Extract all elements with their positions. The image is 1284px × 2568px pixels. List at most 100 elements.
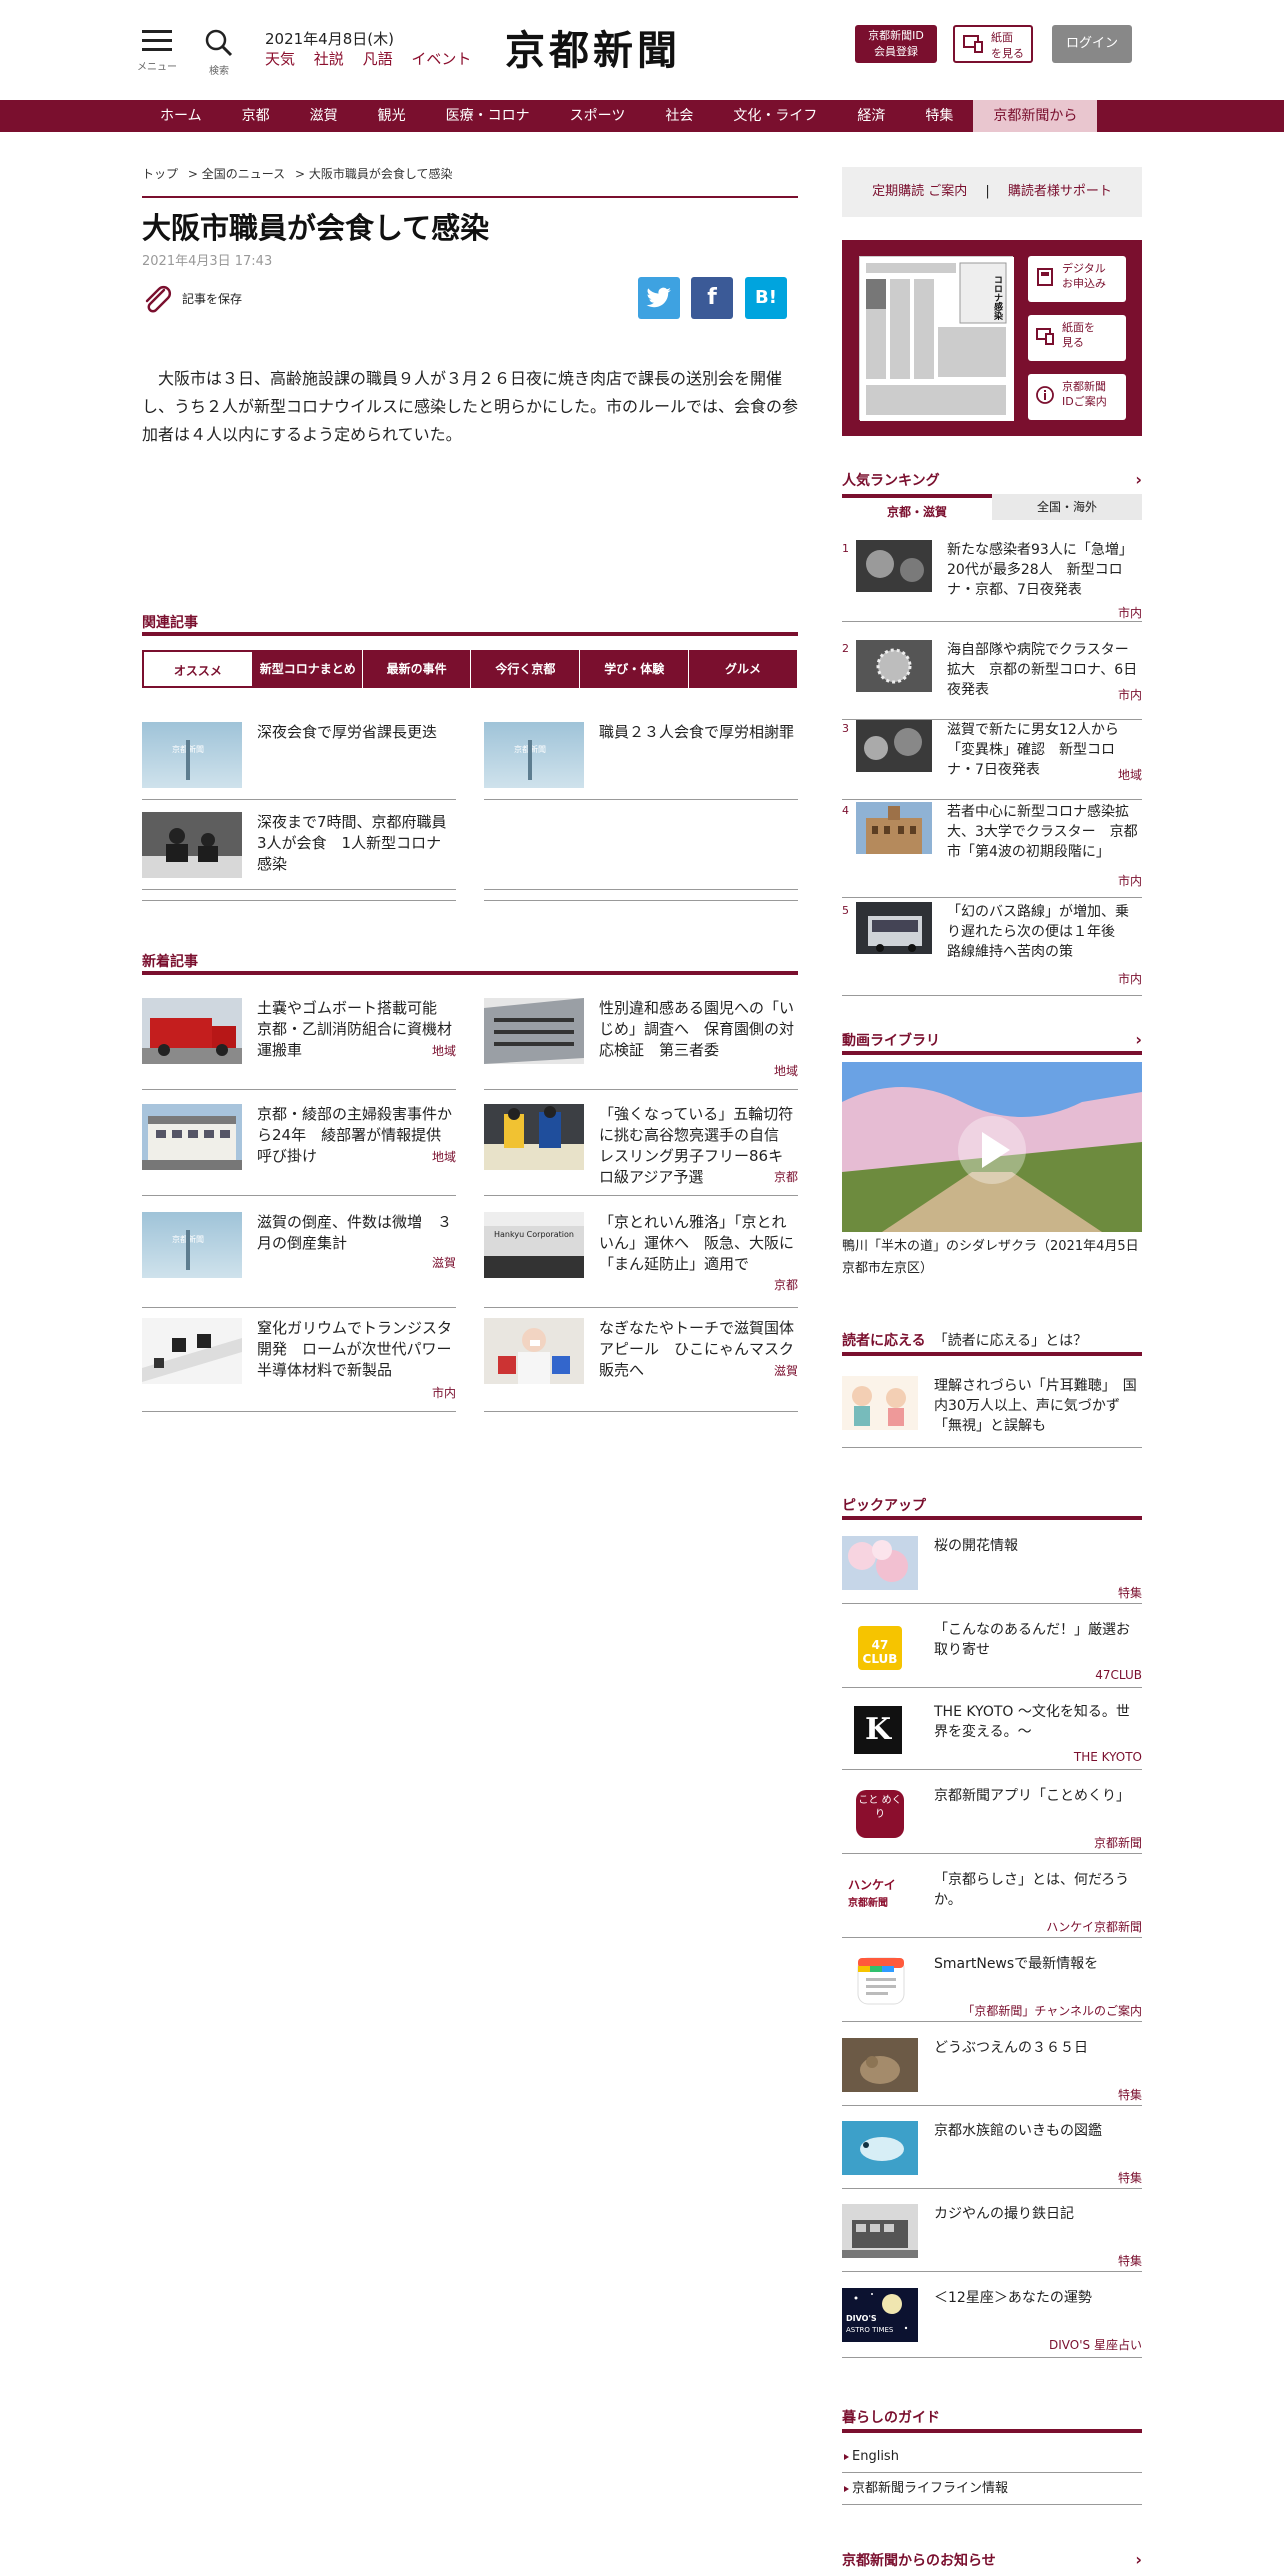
illustration-thumbnail bbox=[842, 1376, 918, 1430]
nav-tourism[interactable]: 観光 bbox=[358, 100, 426, 132]
animal-thumbnail bbox=[842, 2038, 918, 2092]
pickup-title: SmartNewsで最新情報を bbox=[934, 1956, 1099, 1972]
subscriber-support-link[interactable]: 購読者様サポート bbox=[1008, 184, 1112, 199]
virus-thumbnail bbox=[856, 540, 932, 592]
nav-shiga[interactable]: 滋賀 bbox=[290, 100, 358, 132]
pickup-title: どうぶつえんの３６５日 bbox=[934, 2040, 1088, 2056]
pickup-item[interactable]: ハンケイ 京都新聞 「京都らしさ」とは、何だろうか。 ハンケイ京都新聞 bbox=[842, 1870, 1142, 1938]
video-caption: 鴨川「半木の道」のシダレザクラ（2021年4月5日 京都市左京区） bbox=[842, 1239, 1152, 1276]
tab-gourmet[interactable]: グルメ bbox=[689, 650, 798, 688]
reader-article[interactable]: 理解されづらい「片耳難聴」 国内30万人以上、声に気づかず「無視」と誤解も bbox=[842, 1376, 1142, 1448]
rank-number: 4 bbox=[842, 804, 849, 817]
share-twitter-button[interactable] bbox=[638, 277, 680, 319]
latest-card[interactable]: 京都・綾部の主婦殺害事件から24年 綾部署が情報提供呼び掛け 地域 bbox=[142, 1104, 456, 1196]
search-icon bbox=[205, 29, 233, 57]
latest-card[interactable]: 京都新聞 滋賀の倒産、件数は微増 ３月の倒産集計 滋賀 bbox=[142, 1212, 456, 1308]
latest-card[interactable]: 窒化ガリウムでトランジスタ開発 ロームが次世代パワー半導体材料で新製品 市内 bbox=[142, 1318, 456, 1412]
ranking-item[interactable]: 5 「幻のバス路線」が増加、乗り遅れたら次の便は１年後 路線維持へ苦肉の策 市内 bbox=[842, 902, 1142, 996]
tab-recommended[interactable]: オススメ bbox=[142, 650, 254, 688]
nav-economy[interactable]: 経済 bbox=[837, 100, 905, 132]
virus-thumbnail bbox=[856, 720, 932, 772]
link-weather[interactable]: 天気 bbox=[265, 50, 295, 68]
member-register-button[interactable]: 京都新聞ID 会員登録 bbox=[855, 25, 937, 63]
pickup-item[interactable]: K THE KYOTO ～文化を知る。世界を変える。～ THE KYOTO bbox=[842, 1702, 1142, 1770]
view-paper-sidebar-button[interactable]: 紙面を 見る bbox=[1028, 315, 1126, 361]
latest-card[interactable]: 土嚢やゴムボート搭載可能 京都・乙訓消防組合に資機材運搬車 地域 bbox=[142, 998, 456, 1090]
pickup-item[interactable]: どうぶつえんの３６５日 特集 bbox=[842, 2038, 1142, 2106]
video-player[interactable] bbox=[842, 1062, 1142, 1232]
ranking-tabs: 京都・滋賀 全国・海外 bbox=[842, 494, 1142, 522]
latest-card[interactable]: 性別違和感ある園児への「いじめ」調査へ 保育園側の対応検証 第三者委 地域 bbox=[484, 998, 798, 1090]
pickup-item[interactable]: カジやんの撮り鉄日記 特集 bbox=[842, 2204, 1142, 2272]
save-article-button[interactable]: 記事を保存 bbox=[142, 284, 242, 314]
newspaper-image[interactable]: コロナ感染 bbox=[859, 256, 1014, 421]
smartnews-icon bbox=[842, 1954, 918, 2008]
latest-card[interactable]: Hankyu Corporation 「京とれいん雅洛」「京とれいん」運休へ 阪… bbox=[484, 1212, 798, 1308]
site-logo[interactable]: 京都新聞 bbox=[505, 18, 681, 76]
breadcrumb-top[interactable]: トップ bbox=[142, 167, 178, 181]
search-button[interactable]: 検索 bbox=[202, 28, 236, 77]
share-hatena-button[interactable]: B! bbox=[745, 277, 787, 319]
site-header: メニュー 検索 2021年4月8日(木) 天気 社説 凡語 イベント 京都新聞 … bbox=[0, 0, 1284, 100]
reader-title: 理解されづらい「片耳難聴」 国内30万人以上、声に気づかず「無視」と誤解も bbox=[934, 1378, 1137, 1434]
pickup-item[interactable]: 桜の開花情報 特集 bbox=[842, 1536, 1142, 1604]
tab-corona-summary[interactable]: 新型コロナまとめ bbox=[253, 650, 363, 688]
reader-about-link[interactable]: 「読者に応える」とは？ bbox=[934, 1333, 1088, 1349]
tab-kyoto-shiga[interactable]: 京都・滋賀 bbox=[842, 494, 992, 522]
nav-from-kyoto-np[interactable]: 京都新聞から bbox=[973, 100, 1098, 132]
link-editorial[interactable]: 社説 bbox=[314, 50, 344, 68]
subscription-link[interactable]: 定期購読 ご案内 bbox=[872, 184, 967, 199]
digital-apply-button[interactable]: デジタル お申込み bbox=[1028, 256, 1126, 302]
guide-english-link[interactable]: English bbox=[842, 2441, 1142, 2473]
divider bbox=[142, 900, 456, 901]
nav-culture-life[interactable]: 文化・ライフ bbox=[713, 100, 837, 132]
ranking-heading[interactable]: 人気ランキング › bbox=[842, 470, 1142, 490]
latest-heading: 新着記事 bbox=[142, 954, 198, 970]
pickup-item[interactable]: 京都水族館のいきもの図鑑 特集 bbox=[842, 2121, 1142, 2189]
ranking-item[interactable]: 4 若者中心に新型コロナ感染拡大、3大学でクラスター 京都市「第4波の初期段階に… bbox=[842, 802, 1142, 898]
nav-sports[interactable]: スポーツ bbox=[550, 100, 646, 132]
tab-learning[interactable]: 学び・体験 bbox=[580, 650, 690, 688]
pickup-item[interactable]: こと めく り 京都新聞アプリ「ことめくり」 京都新聞 bbox=[842, 1786, 1142, 1854]
category-tag: 市内 bbox=[431, 1386, 456, 1400]
reader-heading[interactable]: 読者に応える 「読者に応える」とは？ bbox=[842, 1330, 1142, 1350]
nav-society[interactable]: 社会 bbox=[645, 100, 713, 132]
tab-latest-incidents[interactable]: 最新の事件 bbox=[362, 650, 472, 688]
menu-button[interactable]: メニュー bbox=[137, 30, 177, 73]
link-bongo[interactable]: 凡語 bbox=[363, 50, 393, 68]
ranking-item[interactable]: 2 海自部隊や病院でクラスター拡大 京都の新型コロナ、6日夜発表 市内 bbox=[842, 640, 1142, 720]
pickup-title: 京都水族館のいきもの図鑑 bbox=[934, 2123, 1102, 2139]
ranking-item[interactable]: 3 滋賀で新たに男女12人から「変異株」確認 新型コロナ・7日夜発表 地域 bbox=[842, 720, 1142, 800]
pickup-item[interactable]: SmartNewsで最新情報を 「京都新聞」チャンネルのご案内 bbox=[842, 1954, 1142, 2022]
search-caption: 検索 bbox=[209, 66, 229, 77]
notice-heading[interactable]: 京都新聞からのお知らせ › bbox=[842, 2550, 1142, 2568]
ranking-item[interactable]: 1 新たな感染者93人に「急増」20代が最多28人 新型コロナ・京都、7日夜発表… bbox=[842, 540, 1142, 622]
nav-medical-corona[interactable]: 医療・コロナ bbox=[426, 100, 550, 132]
video-heading[interactable]: 動画ライブラリ › bbox=[842, 1030, 1142, 1050]
guide-lifeline-link[interactable]: 京都新聞ライフライン情報 bbox=[842, 2473, 1142, 2505]
pickup-title: 「京都らしさ」とは、何だろうか。 bbox=[934, 1872, 1130, 1908]
id-info-button[interactable]: 京都新聞 IDご案内 bbox=[1028, 374, 1126, 420]
pickup-title: THE KYOTO ～文化を知る。世界を変える。～ bbox=[934, 1704, 1130, 1740]
latest-card[interactable]: なぎなたやトーチで滋賀国体アピール ひこにゃんマスク販売へ 滋賀 bbox=[484, 1318, 798, 1412]
breadcrumb-national[interactable]: > 全国のニュース bbox=[188, 167, 285, 181]
related-card[interactable]: 京都新聞 深夜会食で厚労省課長更迭 bbox=[142, 722, 456, 800]
category-tag: 市内 bbox=[1117, 688, 1142, 702]
latest-card[interactable]: 「強くなっている」五輪切符に挑む高谷惣亮選手の自信 レスリング男子フリー86キロ… bbox=[484, 1104, 798, 1196]
nav-kyoto[interactable]: 京都 bbox=[222, 100, 290, 132]
placeholder-thumbnail: 京都新聞 bbox=[142, 722, 242, 788]
nav-special[interactable]: 特集 bbox=[905, 100, 973, 132]
view-paper-button[interactable]: 紙面 を見る bbox=[953, 25, 1033, 63]
tab-national-overseas[interactable]: 全国・海外 bbox=[992, 494, 1142, 520]
nav-home[interactable]: ホーム bbox=[140, 100, 222, 132]
related-card[interactable]: 深夜まで7時間、京都府職員3人が会食 1人新型コロナ感染 bbox=[142, 812, 456, 890]
tab-go-kyoto[interactable]: 今行く京都 bbox=[471, 650, 581, 688]
related-card[interactable]: 京都新聞 職員２３人会食で厚労相謝罪 bbox=[484, 722, 798, 800]
pickup-item[interactable]: 47 CLUB 「こんなのあるんだ！」厳選お取り寄せ 47CLUB bbox=[842, 1620, 1142, 1688]
link-event[interactable]: イベント bbox=[411, 50, 471, 68]
subscription-box: 定期購読 ご案内 | 購読者様サポート bbox=[842, 167, 1142, 217]
login-button[interactable]: ログイン bbox=[1052, 25, 1132, 63]
pickup-item[interactable]: DIVO'S ASTRO TIMES ＜12星座＞あなたの運勢 DIVO'S 星… bbox=[842, 2288, 1142, 2358]
category-tag: 市内 bbox=[1117, 874, 1142, 888]
share-facebook-button[interactable]: f bbox=[691, 277, 733, 319]
